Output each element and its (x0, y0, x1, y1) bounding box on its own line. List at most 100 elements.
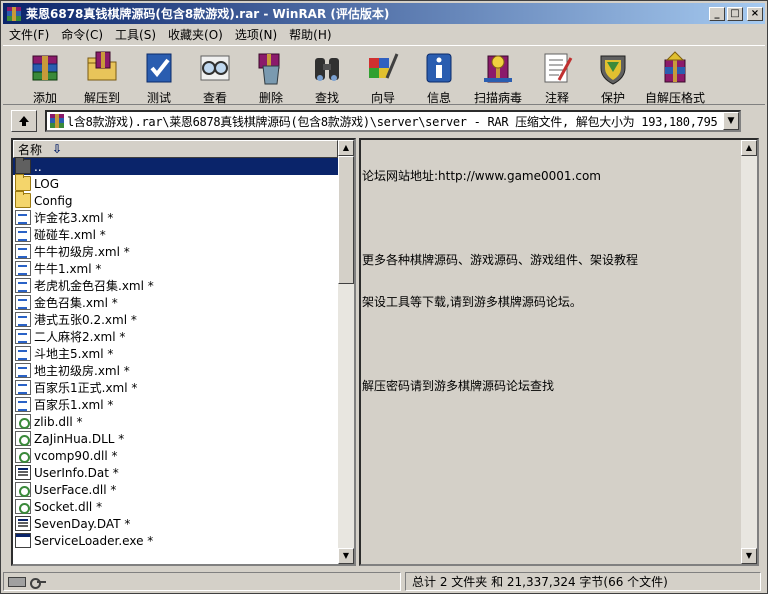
test-check-icon (141, 50, 177, 86)
comment-pane[interactable]: 论坛网站地址:http://www.game0001.com 更多各种棋牌源码、… (359, 138, 759, 566)
up-arrow-icon (19, 116, 29, 126)
menu-favorites[interactable]: 收藏夹(O) (162, 26, 229, 43)
file-row[interactable]: 百家乐1正式.xml * (13, 379, 338, 396)
xml-file-icon (15, 227, 31, 242)
menu-file[interactable]: 文件(F) (3, 26, 55, 43)
file-row[interactable]: 碰碰车.xml * (13, 226, 338, 243)
up-folder-button[interactable] (11, 110, 37, 132)
comment-line (362, 211, 741, 225)
comment-line: 架设工具等下载,请到游多棋牌源码论坛。 (362, 295, 582, 309)
folder-icon (15, 174, 31, 191)
virus-scan-label: 扫描病毒 (473, 91, 522, 105)
file-row[interactable]: Socket.dll * (13, 498, 338, 515)
menu-help[interactable]: 帮助(H) (283, 26, 337, 43)
file-row[interactable]: UserInfo.Dat * (13, 464, 338, 481)
minimize-button[interactable]: _ (709, 6, 725, 21)
file-row[interactable]: UserFace.dll * (13, 481, 338, 498)
file-row[interactable]: ZaJinHua.DLL * (13, 430, 338, 447)
menu-bar: 文件(F) 命令(C) 工具(S) 收藏夹(O) 选项(N) 帮助(H) (3, 25, 765, 43)
file-list-pane[interactable]: 名称 ⇩ .. LOG Config 诈金花3.xml * 碰碰车.xml * 牛牛初级房… (11, 138, 356, 566)
file-name: 牛牛1.xml * (34, 262, 102, 276)
file-row[interactable]: 地主初级房.xml * (13, 362, 338, 379)
file-row[interactable]: 牛牛初级房.xml * (13, 243, 338, 260)
extract-to-button[interactable]: 解压到 (73, 46, 131, 105)
chevron-down-icon[interactable]: ▼ (723, 112, 739, 130)
file-row[interactable]: zlib.dll * (13, 413, 338, 430)
comment-scroll-down-button[interactable]: ▼ (741, 548, 757, 564)
winrar-window: 莱恩6878真钱棋牌源码(包含8款游戏).rar - WinRAR (评估版本)… (0, 0, 768, 594)
file-row[interactable]: 金色召集.xml * (13, 294, 338, 311)
test-label: 测试 (146, 91, 171, 105)
vertical-scrollbar[interactable]: ▲ ▼ (338, 140, 354, 564)
sfx-label: 自解压格式 (644, 91, 705, 105)
comment-line (362, 337, 741, 351)
info-button[interactable]: 信息 (411, 46, 467, 105)
file-row[interactable]: 牛牛1.xml * (13, 260, 338, 277)
delete-button[interactable]: 删除 (243, 46, 299, 105)
add-button[interactable]: 添加 (17, 46, 73, 105)
file-row[interactable]: .. (13, 157, 338, 175)
test-button[interactable]: 测试 (131, 46, 187, 105)
file-row[interactable]: 百家乐1.xml * (13, 396, 338, 413)
file-row[interactable]: ServiceLoader.exe * (13, 532, 338, 549)
column-header-name[interactable]: 名称 ⇩ (13, 140, 338, 158)
title-bar[interactable]: 莱恩6878真钱棋牌源码(包含8款游戏).rar - WinRAR (评估版本)… (3, 3, 765, 24)
dll-file-icon (15, 431, 31, 446)
file-name: LOG (34, 176, 60, 191)
file-name: ServiceLoader.exe * (34, 533, 154, 548)
archive-icon (49, 113, 65, 129)
close-button[interactable]: × (747, 6, 763, 21)
scroll-down-button[interactable]: ▼ (338, 548, 354, 564)
xml-file-icon (15, 312, 31, 327)
protect-button[interactable]: 保护 (585, 46, 641, 105)
file-list: .. LOG Config 诈金花3.xml * 碰碰车.xml * 牛牛初级房.xml … (13, 157, 338, 549)
file-name: 斗地主5.xml * (34, 347, 114, 361)
file-row[interactable]: vcomp90.dll * (13, 447, 338, 464)
virus-scan-button[interactable]: 扫描病毒 (467, 46, 529, 105)
xml-file-icon (15, 278, 31, 293)
file-row[interactable]: 老虎机金色召集.xml * (13, 277, 338, 294)
comment-label: 注释 (544, 91, 569, 105)
file-row[interactable]: 二人麻将2.xml * (13, 328, 338, 345)
file-row[interactable]: SevenDay.DAT * (13, 515, 338, 532)
wizard-icon (365, 50, 401, 86)
file-name: zlib.dll * (34, 414, 83, 429)
file-name: SevenDay.DAT * (34, 516, 131, 531)
path-text: l含8款游戏).rar\莱恩6878真钱棋牌源码(包含8款游戏)\server\… (67, 114, 741, 129)
key-icon[interactable] (30, 577, 46, 589)
dat-file-icon (15, 516, 31, 531)
drive-icon[interactable] (8, 576, 26, 587)
view-button[interactable]: 查看 (187, 46, 243, 105)
maximize-button[interactable]: □ (727, 6, 743, 21)
file-row[interactable]: Config (13, 191, 338, 209)
file-row[interactable]: 港式五张0.2.xml * (13, 311, 338, 328)
xml-file-icon (15, 397, 31, 412)
file-row[interactable]: 斗地主5.xml * (13, 345, 338, 362)
dll-file-icon (15, 448, 31, 463)
wizard-button[interactable]: 向导 (355, 46, 411, 105)
comment-line: 更多各种棋牌源码、游戏源码、游戏组件、架设教程 (362, 253, 639, 267)
dll-file-icon (15, 499, 31, 514)
find-button[interactable]: 查找 (299, 46, 355, 105)
xml-file-icon (15, 295, 31, 310)
extract-to-label: 解压到 (83, 91, 120, 105)
add-label: 添加 (32, 91, 57, 105)
menu-tools[interactable]: 工具(S) (109, 26, 162, 43)
scroll-thumb[interactable] (338, 156, 354, 284)
binoculars-icon (309, 50, 345, 86)
menu-commands[interactable]: 命令(C) (55, 26, 109, 43)
archive-comment: 论坛网站地址:http://www.game0001.com 更多各种棋牌源码、… (361, 140, 741, 421)
path-combobox[interactable]: l含8款游戏).rar\莱恩6878真钱棋牌源码(包含8款游戏)\server\… (45, 110, 741, 132)
comment-scroll-up-button[interactable]: ▲ (741, 140, 757, 156)
menu-options[interactable]: 选项(N) (229, 26, 283, 43)
comment-button[interactable]: 注释 (529, 46, 585, 105)
xml-file-icon (15, 363, 31, 378)
file-row[interactable]: LOG (13, 174, 338, 192)
scroll-up-button[interactable]: ▲ (338, 140, 354, 156)
sfx-button[interactable]: 自解压格式 (641, 46, 709, 105)
comment-scrollbar[interactable]: ▲ ▼ (741, 140, 757, 564)
delete-label: 删除 (258, 91, 283, 105)
xml-file-icon (15, 244, 31, 259)
file-name: 二人麻将2.xml * (34, 330, 126, 344)
file-row[interactable]: 诈金花3.xml * (13, 209, 338, 226)
